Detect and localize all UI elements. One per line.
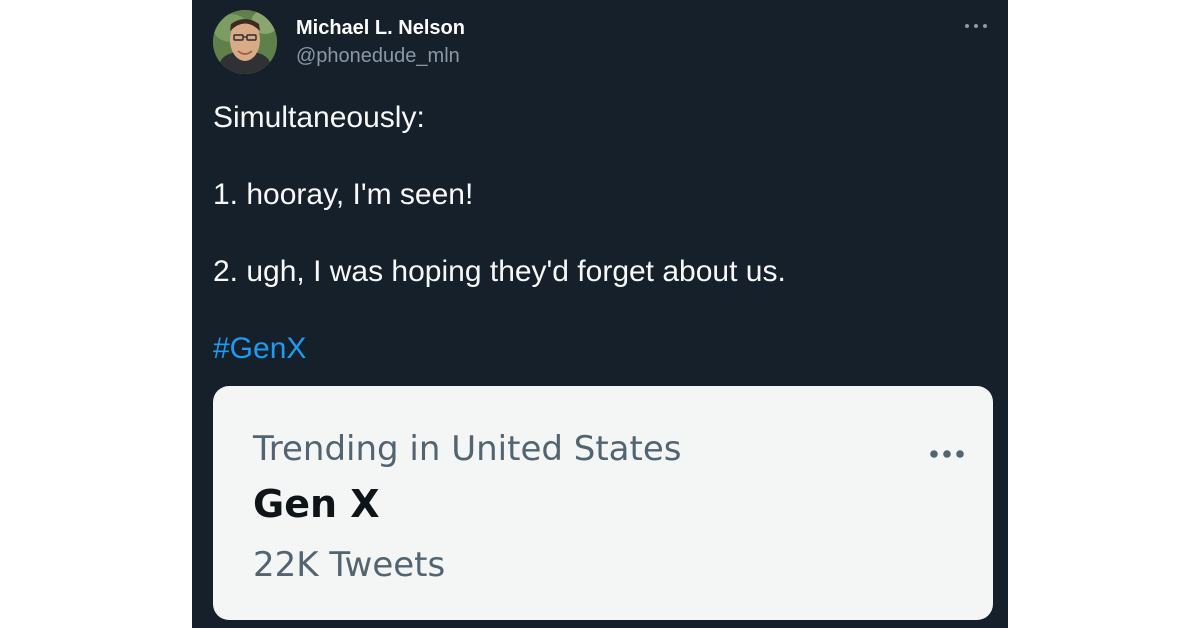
author-handle[interactable]: @phonedude_mln [296,43,460,69]
hashtag-link[interactable]: #GenX [213,331,306,367]
more-horizontal-icon[interactable] [919,438,975,470]
author-name[interactable]: Michael L. Nelson [296,15,465,41]
tweet-text-line: 2. ugh, I was hoping they'd forget about… [213,255,786,288]
tweet: Michael L. Nelson @phonedude_mln Simulta… [192,0,1008,628]
tweet-text-line: 1. hooray, I'm seen! [213,178,474,211]
more-horizontal-icon[interactable] [956,12,996,40]
tweet-text-line: Simultaneously: [213,101,425,134]
trend-card[interactable]: Trending in United States Gen X 22K Twee… [213,386,993,620]
avatar[interactable] [213,10,277,74]
trend-title: Gen X [253,482,380,526]
trend-location-label: Trending in United States [253,429,682,469]
trend-tweet-count: 22K Tweets [253,545,446,585]
